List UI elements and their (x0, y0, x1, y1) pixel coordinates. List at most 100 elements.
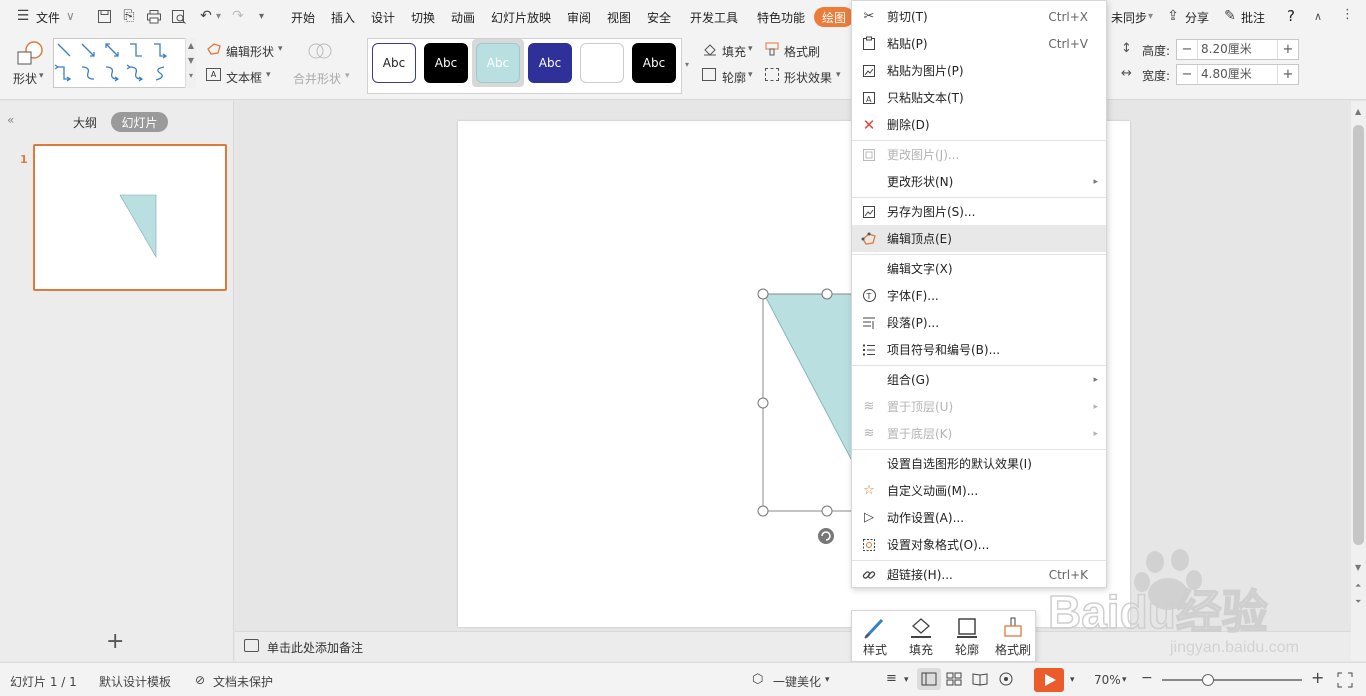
shape-button[interactable]: 形状 (13, 70, 37, 87)
style-sample-white[interactable] (580, 43, 624, 83)
shape-effect-button[interactable]: 形状效果 (784, 69, 832, 86)
outline-icon[interactable] (702, 68, 716, 81)
tab-home[interactable]: 开始 (291, 9, 315, 26)
height-decrease-button[interactable]: − (1177, 42, 1197, 57)
tab-drawing[interactable]: 绘图 (814, 7, 854, 27)
comment-icon[interactable]: ✎ (1221, 7, 1239, 25)
tab-view[interactable]: 视图 (607, 9, 631, 26)
style-gallery-more-icon[interactable]: ▾ (681, 38, 693, 94)
width-decrease-button[interactable]: − (1177, 67, 1197, 82)
format-brush-icon[interactable] (765, 42, 779, 59)
play-slideshow-button[interactable] (1034, 668, 1064, 692)
tab-review[interactable]: 审阅 (567, 9, 591, 26)
tab-transition[interactable]: 切换 (411, 9, 435, 26)
edit-shape-button[interactable]: 编辑形状 (226, 43, 274, 60)
notes-view-dropdown-icon[interactable]: ▾ (904, 675, 909, 685)
collapse-ribbon-icon[interactable]: ∧ (1314, 10, 1322, 23)
style-sample-black[interactable]: Abc (424, 43, 468, 83)
print-preview-icon[interactable] (170, 7, 188, 25)
tab-outline[interactable]: 大纲 (73, 114, 97, 131)
tab-slides[interactable]: 幻灯片 (111, 112, 168, 132)
zoom-slider-thumb[interactable] (1202, 674, 1214, 686)
file-menu[interactable]: 文件 (36, 9, 60, 26)
play-dropdown-icon[interactable]: ▾ (1070, 675, 1075, 685)
style-sample-outline[interactable]: Abc (372, 43, 416, 83)
collapse-panel-icon[interactable]: « (7, 113, 14, 127)
more-options-icon[interactable]: ⋮ (1341, 7, 1354, 22)
notes-view-icon[interactable]: ≡ (886, 671, 897, 686)
edit-shape-dropdown-icon[interactable]: ▾ (278, 44, 283, 54)
tab-features[interactable]: 特色功能 (757, 9, 805, 26)
menu-item-custom-animation[interactable]: ☆ 自定义动画(M)... (852, 477, 1106, 504)
height-increase-button[interactable]: + (1278, 42, 1298, 57)
menu-item-paragraph[interactable]: 段落(P)... (852, 309, 1106, 336)
tab-insert[interactable]: 插入 (331, 9, 355, 26)
outline-button[interactable]: 轮廓 (722, 69, 746, 86)
zoom-in-button[interactable]: + (1311, 668, 1324, 687)
sync-dropdown-icon[interactable]: ▾ (1148, 11, 1153, 22)
zoom-slider-track[interactable] (1162, 679, 1302, 681)
menu-item-change-shape[interactable]: 更改形状(N) ▸ (852, 168, 1106, 195)
format-brush-button[interactable]: 格式刷 (784, 43, 820, 60)
share-icon[interactable]: ⇪ (1164, 7, 1182, 25)
shape-icon[interactable] (15, 40, 45, 69)
share-button[interactable]: 分享 (1185, 9, 1209, 26)
menu-item-font[interactable]: T 字体(F)... (852, 282, 1106, 309)
mini-outline-button[interactable]: 轮廓 (944, 613, 990, 661)
menu-item-bullets[interactable]: 项目符号和编号(B)... (852, 336, 1106, 363)
normal-view-button[interactable] (917, 668, 941, 690)
print-icon[interactable] (145, 7, 163, 25)
tab-slideshow[interactable]: 幻灯片放映 (491, 9, 551, 26)
file-dropdown-icon[interactable]: ∨ (66, 9, 75, 23)
shape-effect-icon[interactable] (765, 68, 779, 81)
comment-button[interactable]: 批注 (1241, 9, 1265, 26)
textbox-dropdown-icon[interactable]: ▾ (266, 70, 271, 80)
zoom-out-button[interactable]: − (1141, 670, 1153, 686)
tab-design[interactable]: 设计 (371, 9, 395, 26)
export-icon[interactable]: ⎘ (120, 7, 138, 25)
slide-thumbnail[interactable] (33, 144, 227, 291)
edit-shape-icon[interactable] (206, 42, 222, 59)
textbox-button[interactable]: 文本框 (226, 69, 262, 86)
fit-window-icon[interactable] (1337, 672, 1353, 688)
mini-format-brush-button[interactable]: 格式刷 (990, 613, 1036, 661)
mini-fill-button[interactable]: 填充 (898, 613, 944, 661)
height-value[interactable]: 8.20厘米 (1197, 40, 1278, 59)
style-sample-teal[interactable]: Abc (476, 43, 520, 83)
line-gallery-scroll[interactable]: ▲ ▼ ▾ (185, 38, 196, 88)
protection-status[interactable]: 文档未保护 (213, 673, 273, 690)
fill-button[interactable]: 填充 (722, 43, 746, 60)
scroll-up-icon[interactable]: ▲ (1355, 107, 1361, 116)
menu-item-group[interactable]: 组合(G) ▸ (852, 366, 1106, 393)
menu-item-save-as-image[interactable]: 另存为图片(S)... (852, 198, 1106, 225)
width-increase-button[interactable]: + (1278, 67, 1298, 82)
width-stepper[interactable]: − 4.80厘米 + (1176, 64, 1299, 85)
quick-access-dropdown-icon[interactable]: ▾ (259, 11, 264, 22)
line-gallery[interactable] (53, 38, 196, 88)
presenter-view-icon[interactable] (998, 672, 1014, 689)
menu-item-action-settings[interactable]: ▷ 动作设置(A)... (852, 504, 1106, 531)
menu-item-paste-text-only[interactable]: A 只粘贴文本(T) (852, 84, 1106, 111)
menu-item-set-default-effect[interactable]: 设置自选图形的默认效果(I) (852, 450, 1106, 477)
add-slide-button[interactable]: + (106, 629, 124, 654)
beautify-button[interactable]: 一键美化 (773, 673, 821, 690)
tab-developer[interactable]: 开发工具 (690, 9, 738, 26)
tab-security[interactable]: 安全 (647, 9, 671, 26)
redo-icon[interactable]: ↷ (229, 7, 247, 25)
help-button[interactable]: ? (1287, 7, 1295, 25)
height-stepper[interactable]: − 8.20厘米 + (1176, 39, 1299, 60)
sync-status[interactable]: 未同步 (1111, 9, 1147, 26)
menu-item-paste-as-image[interactable]: 粘贴为图片(P) (852, 57, 1106, 84)
beautify-dropdown-icon[interactable]: ▾ (825, 675, 830, 685)
menu-item-edit-text[interactable]: 编辑文字(X) (852, 255, 1106, 282)
menu-item-cut[interactable]: ✂ 剪切(T) Ctrl+X (852, 3, 1106, 30)
undo-dropdown-icon[interactable]: ▾ (216, 11, 221, 22)
menu-item-delete[interactable]: ✕ 删除(D) (852, 111, 1106, 138)
zoom-dropdown-icon[interactable]: ▾ (1122, 675, 1127, 685)
template-name[interactable]: 默认设计模板 (99, 673, 171, 690)
undo-icon[interactable]: ↶ (197, 7, 215, 25)
beautify-icon[interactable]: ⬡ (752, 672, 763, 687)
fill-icon[interactable] (702, 42, 718, 59)
style-sample-black-2[interactable]: Abc (632, 43, 676, 83)
width-value[interactable]: 4.80厘米 (1197, 65, 1278, 84)
